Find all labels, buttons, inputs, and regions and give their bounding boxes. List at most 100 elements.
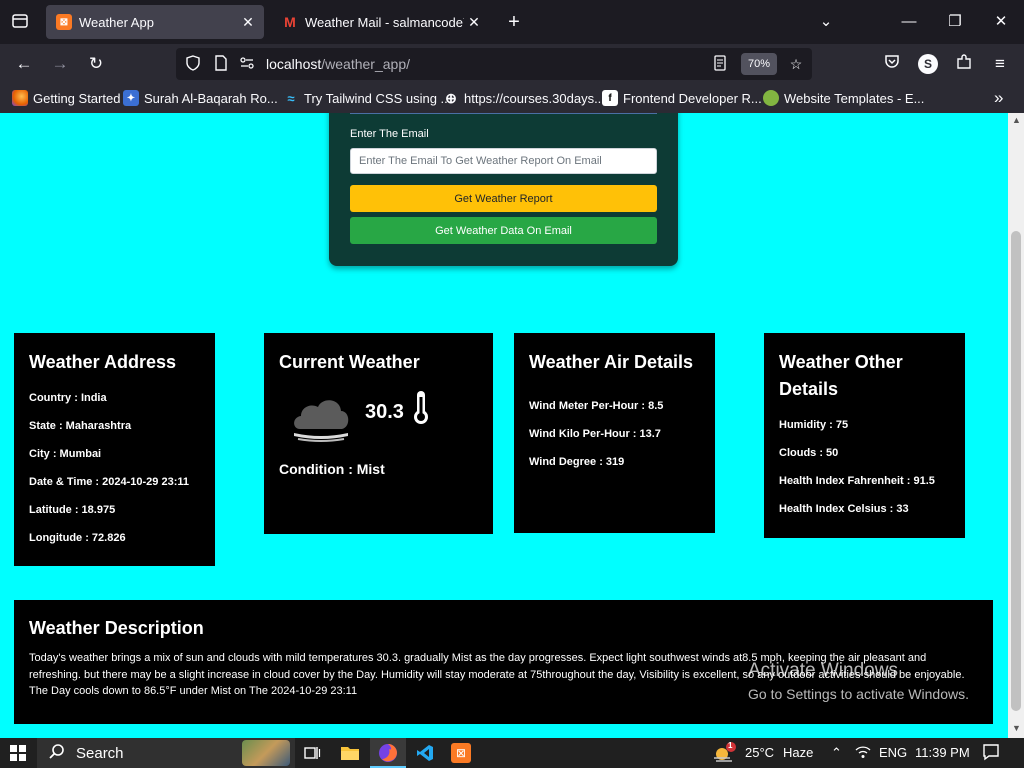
bookmark-tailwind[interactable]: ≈ Try Tailwind CSS using ... bbox=[283, 90, 451, 106]
wifi-icon[interactable] bbox=[855, 745, 871, 762]
bookmark-surah[interactable]: ✦ Surah Al-Baqarah Ro... bbox=[123, 90, 278, 106]
tray-chevron-icon[interactable]: ⌃ bbox=[831, 745, 842, 761]
bookmarks-overflow-icon[interactable]: » bbox=[994, 88, 1003, 108]
bookmark-label: Try Tailwind CSS using ... bbox=[304, 90, 452, 106]
pocket-icon[interactable] bbox=[880, 53, 904, 75]
gmail-icon: M bbox=[284, 14, 296, 30]
xampp-taskbar-icon[interactable]: ⊠ bbox=[451, 743, 471, 763]
country-value: Country : India bbox=[29, 392, 107, 404]
bookmark-label: https://courses.30days... bbox=[464, 90, 605, 106]
globe-icon: ⊕ bbox=[445, 89, 457, 106]
bookmark-star-icon[interactable]: ☆ bbox=[787, 55, 805, 73]
address-bar[interactable]: localhost/weather_app/ 70% ☆ bbox=[176, 48, 812, 80]
bookmark-label: Website Templates - E... bbox=[784, 90, 925, 106]
tab-weather-app[interactable]: ⊠ Weather App ✕ bbox=[46, 5, 264, 39]
list-all-tabs-icon[interactable] bbox=[10, 12, 30, 32]
tab-title: Weather App bbox=[79, 14, 154, 30]
card-title: Weather Air Details bbox=[529, 352, 694, 372]
windows-start-icon[interactable] bbox=[10, 745, 26, 761]
site-permissions-icon[interactable] bbox=[238, 55, 256, 73]
menu-hamburger-icon[interactable]: ≡ bbox=[988, 53, 1012, 75]
new-tab-icon[interactable]: + bbox=[503, 11, 525, 33]
taskbar-search[interactable]: Search bbox=[37, 738, 295, 768]
page-icon[interactable] bbox=[212, 55, 230, 73]
bookmark-label: Frontend Developer R... bbox=[623, 90, 762, 106]
tab-bar: ⊠ Weather App ✕ M Weather Mail - salmanc… bbox=[0, 0, 1024, 44]
frontend-icon: f bbox=[602, 90, 618, 106]
close-tab-icon[interactable]: ✕ bbox=[464, 14, 484, 31]
scroll-up-icon[interactable]: ▲ bbox=[1012, 115, 1021, 125]
wind-meter-value: Wind Meter Per-Hour : 8.5 bbox=[529, 400, 664, 412]
email-label: Enter The Email bbox=[350, 128, 429, 140]
minimize-icon[interactable]: — bbox=[897, 11, 921, 33]
bookmark-label: Getting Started bbox=[33, 90, 121, 106]
extensions-icon[interactable] bbox=[952, 53, 976, 75]
search-highlight-image bbox=[242, 740, 290, 766]
get-weather-email-button[interactable]: Get Weather Data On Email bbox=[350, 217, 657, 244]
clock-time[interactable]: 11:39 PM bbox=[915, 745, 970, 760]
xampp-icon: ⊠ bbox=[56, 14, 72, 30]
close-window-icon[interactable]: ✕ bbox=[989, 11, 1013, 33]
weather-air-card: Weather Air Details Wind Meter Per-Hour … bbox=[514, 333, 715, 533]
vscode-icon[interactable] bbox=[414, 742, 436, 764]
bookmark-frontend[interactable]: f Frontend Developer R... bbox=[602, 90, 762, 106]
bookmark-getting-started[interactable]: Getting Started bbox=[12, 90, 120, 106]
restore-icon[interactable]: ❐ bbox=[943, 11, 967, 33]
windows-taskbar: Search ⊠ 1 25°C Haze ⌃ ENG 11:39 PM bbox=[0, 738, 1024, 768]
weather-condition[interactable]: Haze bbox=[783, 745, 813, 760]
bookmark-templates[interactable]: Website Templates - E... bbox=[763, 90, 924, 106]
account-avatar[interactable]: S bbox=[918, 54, 938, 74]
city-input-partial[interactable] bbox=[350, 113, 657, 114]
bookmarks-toolbar: Getting Started ✦ Surah Al-Baqarah Ro...… bbox=[0, 84, 1024, 113]
weather-other-card: Weather Other Details Humidity : 75 Clou… bbox=[764, 333, 965, 538]
task-view-icon[interactable] bbox=[301, 742, 323, 764]
tab-overflow-chevron-icon[interactable]: ⌄ bbox=[814, 11, 838, 33]
temperature-value: 30.3 bbox=[365, 401, 404, 423]
firefox-taskbar-icon[interactable] bbox=[377, 742, 399, 764]
card-title: Weather Address bbox=[29, 352, 177, 372]
url-text[interactable]: localhost/weather_app/ bbox=[266, 56, 410, 72]
page-scrollbar[interactable]: ▲ ▼ bbox=[1008, 113, 1024, 738]
datetime-value: Date & Time : 2024-10-29 23:11 bbox=[29, 476, 189, 488]
city-value: City : Mumbai bbox=[29, 448, 102, 460]
bookmark-courses[interactable]: ⊕ https://courses.30days... bbox=[443, 90, 605, 106]
get-weather-report-button[interactable]: Get Weather Report bbox=[350, 185, 657, 212]
watermark-title: Activate Windows bbox=[748, 660, 898, 681]
condition-value: Condition : Mist bbox=[279, 461, 385, 477]
weather-temperature[interactable]: 25°C bbox=[745, 745, 774, 760]
longitude-value: Longitude : 72.826 bbox=[29, 532, 126, 544]
tailwind-icon: ≈ bbox=[287, 90, 295, 106]
navigation-toolbar: ← → ↻ localhost/weather_app/ 70% ☆ S ≡ bbox=[0, 44, 1024, 84]
reader-view-icon[interactable] bbox=[711, 55, 729, 73]
health-fahrenheit-value: Health Index Fahrenheit : 91.5 bbox=[779, 475, 935, 487]
scroll-down-icon[interactable]: ▼ bbox=[1012, 723, 1021, 733]
url-path: /weather_app/ bbox=[321, 56, 410, 72]
search-icon bbox=[49, 744, 65, 764]
reload-icon[interactable]: ↻ bbox=[84, 53, 108, 75]
tab-weather-mail[interactable]: M Weather Mail - salmancode79@ ✕ bbox=[272, 5, 490, 39]
card-title: Weather Description bbox=[29, 618, 204, 638]
file-explorer-icon[interactable] bbox=[339, 742, 361, 764]
weather-alert-badge: 1 bbox=[728, 741, 733, 750]
tracking-protection-shield-icon[interactable] bbox=[184, 55, 202, 73]
language-indicator[interactable]: ENG bbox=[879, 745, 907, 760]
notification-center-icon[interactable] bbox=[982, 743, 1000, 764]
quran-icon: ✦ bbox=[123, 90, 139, 106]
clouds-value: Clouds : 50 bbox=[779, 447, 839, 459]
url-host: localhost bbox=[266, 56, 322, 72]
watermark-subtitle: Go to Settings to activate Windows. bbox=[748, 686, 969, 702]
cloud-icon bbox=[290, 395, 352, 443]
card-title: Current Weather bbox=[279, 352, 420, 372]
back-icon[interactable]: ← bbox=[12, 53, 36, 75]
forward-icon[interactable]: → bbox=[48, 53, 72, 75]
zoom-level-button[interactable]: 70% bbox=[741, 53, 777, 75]
health-celsius-value: Health Index Celsius : 33 bbox=[779, 503, 909, 515]
search-label: Search bbox=[76, 745, 124, 762]
thermometer-icon bbox=[412, 389, 430, 425]
email-form-card: Enter The Email Get Weather Report Get W… bbox=[329, 113, 678, 266]
wind-kilo-value: Wind Kilo Per-Hour : 13.7 bbox=[529, 428, 661, 440]
email-input[interactable] bbox=[350, 148, 657, 174]
close-tab-icon[interactable]: ✕ bbox=[238, 14, 258, 31]
scroll-thumb[interactable] bbox=[1011, 231, 1021, 711]
card-title: Weather Other Details bbox=[779, 352, 903, 399]
